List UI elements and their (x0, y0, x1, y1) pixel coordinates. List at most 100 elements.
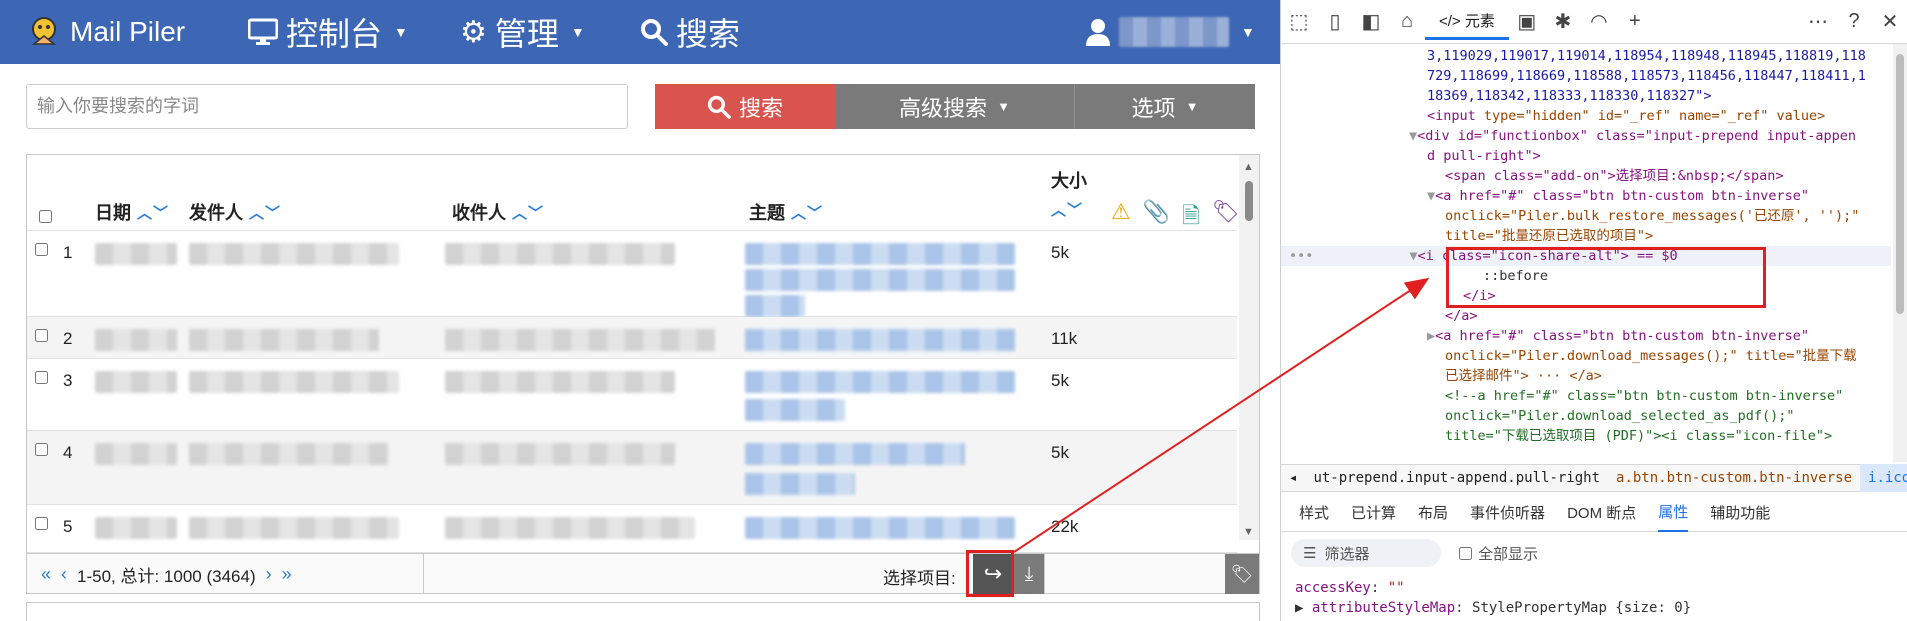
property-row[interactable]: accessKey: "" (1295, 578, 1405, 598)
row-checkbox[interactable] (35, 517, 48, 530)
tab-computed[interactable]: 已计算 (1351, 494, 1396, 532)
column-size[interactable]: 大小 (1051, 167, 1087, 193)
sort-arrows-icon[interactable]: ︿﹀ (791, 202, 823, 223)
row-checkbox[interactable] (35, 443, 48, 456)
select-all-checkbox[interactable] (39, 210, 52, 223)
bulk-tag-button[interactable]: 🏷 (1225, 554, 1259, 594)
breadcrumb-scroll-left-icon[interactable]: ◂ (1281, 470, 1305, 486)
next-page-icon[interactable]: › (266, 564, 272, 585)
tab-elements[interactable]: </> 元素 (1425, 4, 1509, 40)
scroll-down-icon[interactable]: ▼ (1243, 526, 1254, 538)
row-size: 5k (1051, 243, 1069, 262)
search-input[interactable] (26, 84, 628, 129)
sort-arrows-icon[interactable]: ︿﹀ (512, 202, 544, 223)
table-row[interactable]: 4 5k (27, 431, 1237, 505)
bulk-download-button[interactable]: ⤓ (1014, 554, 1044, 594)
console-icon[interactable]: ▣ (1509, 9, 1545, 34)
column-size-sort[interactable]: ︿﹀ (1051, 199, 1083, 220)
redacted-sender (189, 243, 399, 265)
advanced-search-button[interactable]: 高级搜索 ▼ (835, 84, 1075, 129)
redacted-subject[interactable] (745, 517, 1015, 539)
table-row[interactable]: 2 11k (27, 317, 1237, 359)
dom-line[interactable]: ▼<div id="functionbox" class="input-prep… (1409, 126, 1856, 146)
expand-arrow-icon[interactable]: ▼ (1427, 188, 1435, 204)
sort-arrows-icon[interactable]: ︿﹀ (249, 202, 281, 223)
scrollbar-thumb[interactable] (1896, 54, 1904, 314)
row-size: 5k (1051, 371, 1069, 390)
nav-dashboard-menu[interactable]: 控制台 ▼ (248, 0, 408, 64)
bug-icon[interactable]: ✱ (1545, 9, 1581, 34)
table-header: 日期 ︿﹀ 发件人 ︿﹀ 收件人 ︿﹀ 主题 ︿﹀ 大小 ︿﹀ ⚠ 📎 🗎 🏷 (27, 155, 1240, 231)
redacted-sender (189, 329, 379, 351)
breadcrumb-item[interactable]: ut-prepend.input-append.pull-right (1305, 470, 1608, 486)
row-checkbox[interactable] (35, 371, 48, 384)
results-scrollbar[interactable]: ▲ ▼ (1239, 155, 1259, 540)
nav-user-menu[interactable]: ▼ (1085, 0, 1255, 64)
dom-line[interactable]: ▶<a href="#" class="btn btn-custom btn-i… (1427, 326, 1809, 346)
search-button[interactable]: 搜索 (655, 84, 835, 129)
more-icon[interactable]: ••• (1289, 248, 1313, 264)
breadcrumb-item-selected[interactable]: i.icon-share-alt (1860, 464, 1907, 492)
expand-arrow-icon[interactable]: ▶ (1295, 600, 1312, 616)
table-row[interactable]: 1 5k (27, 231, 1237, 317)
tab-properties[interactable]: 属性 (1658, 494, 1689, 532)
row-size: 22k (1051, 517, 1079, 536)
show-all-toggle[interactable]: 全部显示 (1459, 543, 1538, 564)
sort-arrows-icon[interactable]: ︿﹀ (1051, 199, 1083, 220)
redacted-subject[interactable] (745, 295, 805, 317)
brand-link[interactable]: Mail Piler (26, 0, 185, 64)
column-date[interactable]: 日期 ︿﹀ (95, 199, 169, 225)
redacted-subject[interactable] (745, 329, 1015, 351)
annotation-highlight-box (966, 550, 1014, 597)
last-page-icon[interactable]: » (282, 564, 292, 585)
redacted-subject[interactable] (745, 473, 855, 495)
nav-admin-menu[interactable]: ⚙ 管理 ▼ (460, 0, 585, 64)
first-page-icon[interactable]: « (41, 564, 51, 585)
inspect-icon[interactable]: ⬚ (1281, 9, 1317, 34)
sort-arrows-icon[interactable]: ︿﹀ (137, 202, 169, 223)
expand-arrow-icon[interactable]: ▶ (1427, 328, 1435, 344)
column-subject[interactable]: 主题 ︿﹀ (749, 199, 823, 225)
add-tab-icon[interactable]: + (1617, 10, 1653, 33)
column-recipient[interactable]: 收件人 ︿﹀ (452, 199, 544, 225)
results-table: 日期 ︿﹀ 发件人 ︿﹀ 收件人 ︿﹀ 主题 ︿﹀ 大小 ︿﹀ ⚠ 📎 🗎 🏷 1 5k (26, 154, 1260, 594)
device-toolbar-icon[interactable]: ▯ (1317, 9, 1353, 34)
tab-styles[interactable]: 样式 (1299, 494, 1329, 532)
row-checkbox[interactable] (35, 243, 48, 256)
tab-layout[interactable]: 布局 (1418, 494, 1448, 532)
network-icon[interactable]: ◠ (1581, 9, 1617, 34)
redacted-subject[interactable] (745, 243, 1015, 265)
tab-accessibility[interactable]: 辅助功能 (1710, 494, 1770, 532)
help-icon[interactable]: ? (1836, 10, 1872, 33)
dom-tree-scrollbar[interactable] (1893, 44, 1907, 462)
redacted-subject[interactable] (745, 269, 1015, 291)
dom-line[interactable]: <span class="add-on">选择项目:&nbsp;</span> (1445, 166, 1783, 186)
redacted-subject[interactable] (745, 443, 965, 465)
nav-search-link[interactable]: 搜索 (640, 0, 740, 64)
table-row[interactable]: 5 22k (27, 505, 1237, 553)
options-button[interactable]: 选项 ▼ (1075, 84, 1255, 129)
redacted-subject[interactable] (745, 371, 1015, 393)
row-checkbox[interactable] (35, 329, 48, 342)
dom-line[interactable]: ▼<a href="#" class="btn btn-custom btn-i… (1427, 186, 1809, 206)
expand-arrow-icon[interactable]: ▼ (1409, 248, 1417, 264)
more-icon[interactable]: ⋯ (1800, 9, 1836, 34)
tab-dom-breakpoints[interactable]: DOM 断点 (1567, 494, 1636, 532)
redacted-subject[interactable] (745, 399, 845, 421)
scroll-up-icon[interactable]: ▲ (1243, 161, 1254, 173)
close-icon[interactable]: ✕ (1872, 9, 1907, 34)
prev-page-icon[interactable]: ‹ (61, 564, 67, 585)
dock-sidebar-icon[interactable]: ◧ (1353, 9, 1389, 34)
table-row[interactable]: 3 5k (27, 359, 1237, 431)
dom-line[interactable]: <input type="hidden" id="_ref" name="_re… (1427, 106, 1825, 126)
redacted-date (95, 329, 177, 351)
property-row[interactable]: ▶ attributeStyleMap: StylePropertyMap {s… (1295, 598, 1691, 618)
show-all-checkbox[interactable] (1459, 546, 1472, 560)
scrollbar-thumb[interactable] (1245, 181, 1253, 221)
tab-event-listeners[interactable]: 事件侦听器 (1470, 494, 1545, 532)
home-icon[interactable]: ⌂ (1389, 10, 1425, 33)
breadcrumb-item[interactable]: a.btn.btn-custom.btn-inverse (1608, 470, 1860, 486)
column-sender[interactable]: 发件人 ︿﹀ (189, 199, 281, 225)
filter-input[interactable]: ☰ 筛选器 (1291, 539, 1441, 567)
expand-arrow-icon[interactable]: ▼ (1409, 128, 1417, 144)
